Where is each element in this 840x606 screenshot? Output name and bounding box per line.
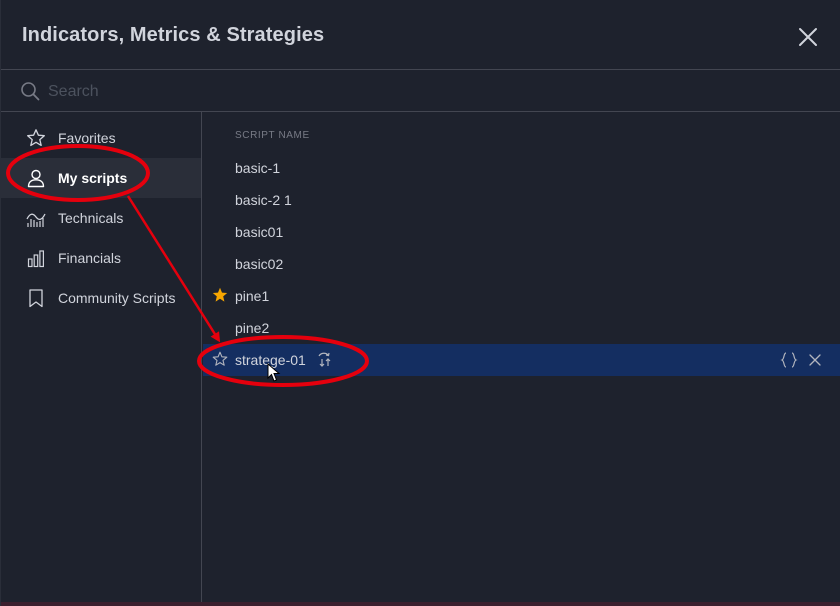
user-icon: [27, 169, 45, 188]
script-row[interactable]: basic01: [203, 216, 840, 248]
script-name: pine1: [235, 288, 270, 304]
sidebar-item-label: Technicals: [58, 210, 124, 226]
sidebar-item-label: Financials: [58, 250, 122, 266]
strategy-icon: [318, 352, 331, 367]
script-name: basic01: [235, 224, 284, 240]
sidebar-item-label: My scripts: [58, 170, 128, 186]
star-outline-icon[interactable]: [212, 351, 228, 367]
sidebar-item-financials[interactable]: Financials: [1, 238, 201, 278]
script-row[interactable]: pine1: [203, 280, 840, 312]
sidebar-item-label: Favorites: [58, 130, 116, 146]
script-row[interactable]: basic-1: [203, 152, 840, 184]
favorite-star-icon[interactable]: [212, 287, 228, 303]
script-row[interactable]: pine2: [203, 312, 840, 344]
column-header: SCRIPT NAME: [235, 130, 310, 141]
dialog-header: Indicators, Metrics & Strategies: [1, 0, 840, 70]
chart-background-strip-bottom: [1, 602, 840, 606]
chart-wave-icon: [26, 213, 46, 227]
script-row[interactable]: basic-2 1: [203, 184, 840, 216]
close-button[interactable]: [795, 24, 821, 50]
script-name: basic02: [235, 256, 284, 272]
close-icon: [799, 28, 817, 46]
script-row[interactable]: basic02: [203, 248, 840, 280]
bar-chart-icon: [27, 250, 44, 268]
search-input[interactable]: [48, 79, 808, 105]
script-name: basic-2 1: [235, 192, 292, 208]
search-icon: [21, 82, 40, 101]
dialog-title: Indicators, Metrics & Strategies: [22, 24, 325, 46]
sidebar-item-technicals[interactable]: Technicals: [1, 198, 201, 238]
mouse-cursor-icon: [267, 363, 281, 382]
script-name: pine2: [235, 320, 270, 336]
indicators-dialog: Indicators, Metrics & Strategies Favorit…: [0, 0, 840, 606]
delete-icon[interactable]: [808, 352, 822, 368]
script-list: SCRIPT NAME basic-1 basic-2 1 basic01 ba…: [203, 112, 840, 606]
script-row-selected[interactable]: stratege-01: [203, 344, 840, 376]
sidebar-item-favorites[interactable]: Favorites: [1, 118, 201, 158]
source-code-icon[interactable]: [780, 352, 798, 368]
sidebar-item-my-scripts[interactable]: My scripts: [1, 158, 201, 198]
search-bar: [1, 71, 840, 112]
script-name: basic-1: [235, 160, 281, 176]
category-sidebar: Favorites My scripts Technicals Financia…: [1, 112, 202, 606]
sidebar-item-community-scripts[interactable]: Community Scripts: [1, 278, 201, 318]
star-outline-icon: [27, 129, 45, 147]
bookmark-icon: [29, 289, 43, 308]
sidebar-item-label: Community Scripts: [58, 290, 176, 306]
